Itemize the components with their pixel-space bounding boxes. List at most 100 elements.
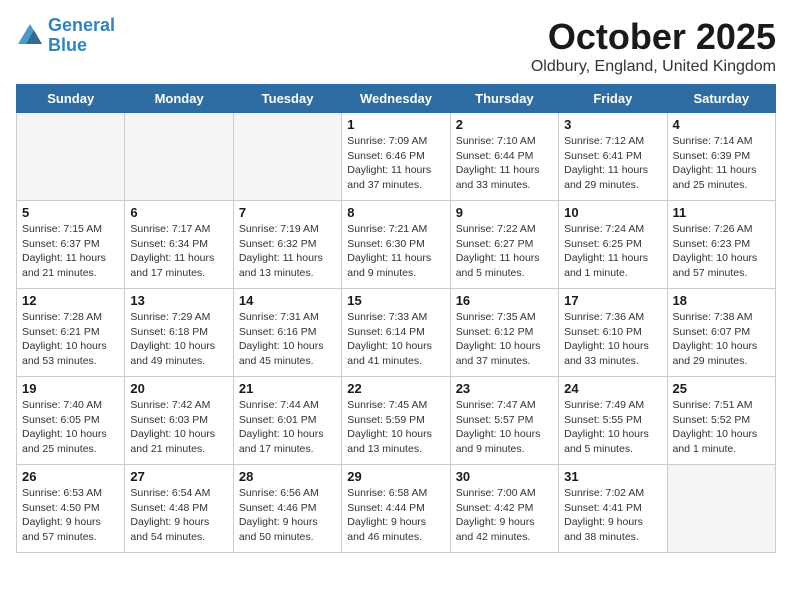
calendar-cell: [17, 113, 125, 201]
logo-icon: [16, 22, 44, 50]
day-info: Sunrise: 7:19 AM Sunset: 6:32 PM Dayligh…: [239, 222, 336, 281]
day-info: Sunrise: 7:38 AM Sunset: 6:07 PM Dayligh…: [673, 310, 770, 369]
calendar-cell: 6 Sunrise: 7:17 AM Sunset: 6:34 PM Daylig…: [125, 201, 233, 289]
calendar-week-row: 5 Sunrise: 7:15 AM Sunset: 6:37 PM Daylig…: [17, 201, 776, 289]
day-number: 6: [130, 205, 227, 220]
day-info: Sunrise: 7:17 AM Sunset: 6:34 PM Dayligh…: [130, 222, 227, 281]
day-info: Sunrise: 7:47 AM Sunset: 5:57 PM Dayligh…: [456, 398, 553, 457]
calendar-cell: 7 Sunrise: 7:19 AM Sunset: 6:32 PM Daylig…: [233, 201, 341, 289]
location: Oldbury, England, United Kingdom: [531, 58, 776, 76]
day-number: 8: [347, 205, 444, 220]
logo-text: General Blue: [48, 16, 115, 56]
day-number: 17: [564, 293, 661, 308]
day-number: 1: [347, 117, 444, 132]
day-info: Sunrise: 7:51 AM Sunset: 5:52 PM Dayligh…: [673, 398, 770, 457]
calendar-cell: 19Sunrise: 7:40 AM Sunset: 6:05 PM Dayli…: [17, 377, 125, 465]
calendar-cell: 16 Sunrise: 7:35 AM Sunset: 6:12 PM Dayli…: [450, 289, 558, 377]
calendar-cell: 20 Sunrise: 7:42 AM Sunset: 6:03 PM Dayli…: [125, 377, 233, 465]
calendar-week-row: 1 Sunrise: 7:09 AM Sunset: 6:46 PM Daylig…: [17, 113, 776, 201]
day-info: Sunrise: 7:15 AM Sunset: 6:37 PM Dayligh…: [22, 222, 119, 281]
day-info: Sunrise: 7:49 AM Sunset: 5:55 PM Dayligh…: [564, 398, 661, 457]
day-info: Sunrise: 7:09 AM Sunset: 6:46 PM Dayligh…: [347, 134, 444, 193]
day-number: 13: [130, 293, 227, 308]
day-number: 12: [22, 293, 119, 308]
col-header-wednesday: Wednesday: [342, 85, 450, 113]
day-number: 15: [347, 293, 444, 308]
day-number: 28: [239, 469, 336, 484]
day-number: 20: [130, 381, 227, 396]
day-number: 14: [239, 293, 336, 308]
day-info: Sunrise: 6:53 AM Sunset: 4:50 PM Dayligh…: [22, 486, 119, 545]
day-info: Sunrise: 7:44 AM Sunset: 6:01 PM Dayligh…: [239, 398, 336, 457]
title-block: October 2025 Oldbury, England, United Ki…: [531, 16, 776, 76]
calendar-cell: 10 Sunrise: 7:24 AM Sunset: 6:25 PM Dayli…: [559, 201, 667, 289]
day-number: 27: [130, 469, 227, 484]
calendar-cell: 3Sunrise: 7:12 AM Sunset: 6:41 PM Daylig…: [559, 113, 667, 201]
day-number: 10: [564, 205, 661, 220]
day-number: 23: [456, 381, 553, 396]
calendar-cell: 8 Sunrise: 7:21 AM Sunset: 6:30 PM Daylig…: [342, 201, 450, 289]
day-info: Sunrise: 7:35 AM Sunset: 6:12 PM Dayligh…: [456, 310, 553, 369]
day-info: Sunrise: 7:31 AM Sunset: 6:16 PM Dayligh…: [239, 310, 336, 369]
day-number: 2: [456, 117, 553, 132]
calendar-table: SundayMondayTuesdayWednesdayThursdayFrid…: [16, 84, 776, 553]
calendar-cell: 23 Sunrise: 7:47 AM Sunset: 5:57 PM Dayli…: [450, 377, 558, 465]
calendar-cell: 9Sunrise: 7:22 AM Sunset: 6:27 PM Daylig…: [450, 201, 558, 289]
calendar-cell: 14 Sunrise: 7:31 AM Sunset: 6:16 PM Dayli…: [233, 289, 341, 377]
day-number: 11: [673, 205, 770, 220]
col-header-friday: Friday: [559, 85, 667, 113]
calendar-cell: 26 Sunrise: 6:53 AM Sunset: 4:50 PM Dayli…: [17, 465, 125, 553]
calendar-cell: 29 Sunrise: 6:58 AM Sunset: 4:44 PM Dayli…: [342, 465, 450, 553]
col-header-saturday: Saturday: [667, 85, 775, 113]
day-number: 31: [564, 469, 661, 484]
calendar-cell: 1 Sunrise: 7:09 AM Sunset: 6:46 PM Daylig…: [342, 113, 450, 201]
calendar-cell: [667, 465, 775, 553]
day-number: 4: [673, 117, 770, 132]
day-info: Sunrise: 7:24 AM Sunset: 6:25 PM Dayligh…: [564, 222, 661, 281]
calendar-cell: 25 Sunrise: 7:51 AM Sunset: 5:52 PM Dayli…: [667, 377, 775, 465]
calendar-cell: 4 Sunrise: 7:14 AM Sunset: 6:39 PM Daylig…: [667, 113, 775, 201]
day-info: Sunrise: 7:21 AM Sunset: 6:30 PM Dayligh…: [347, 222, 444, 281]
day-info: Sunrise: 6:54 AM Sunset: 4:48 PM Dayligh…: [130, 486, 227, 545]
day-info: Sunrise: 7:45 AM Sunset: 5:59 PM Dayligh…: [347, 398, 444, 457]
calendar-cell: [233, 113, 341, 201]
day-info: Sunrise: 6:58 AM Sunset: 4:44 PM Dayligh…: [347, 486, 444, 545]
col-header-tuesday: Tuesday: [233, 85, 341, 113]
calendar-cell: 24 Sunrise: 7:49 AM Sunset: 5:55 PM Dayli…: [559, 377, 667, 465]
calendar-cell: 5 Sunrise: 7:15 AM Sunset: 6:37 PM Daylig…: [17, 201, 125, 289]
day-info: Sunrise: 7:00 AM Sunset: 4:42 PM Dayligh…: [456, 486, 553, 545]
day-info: Sunrise: 7:33 AM Sunset: 6:14 PM Dayligh…: [347, 310, 444, 369]
page-header: General Blue October 2025 Oldbury, Engla…: [16, 16, 776, 76]
day-number: 24: [564, 381, 661, 396]
calendar-cell: 18 Sunrise: 7:38 AM Sunset: 6:07 PM Dayli…: [667, 289, 775, 377]
day-number: 26: [22, 469, 119, 484]
logo: General Blue: [16, 16, 115, 56]
day-info: Sunrise: 7:12 AM Sunset: 6:41 PM Dayligh…: [564, 134, 661, 193]
day-info: Sunrise: 7:29 AM Sunset: 6:18 PM Dayligh…: [130, 310, 227, 369]
calendar-header-row: SundayMondayTuesdayWednesdayThursdayFrid…: [17, 85, 776, 113]
calendar-cell: 15 Sunrise: 7:33 AM Sunset: 6:14 PM Dayli…: [342, 289, 450, 377]
month-title: October 2025: [531, 16, 776, 58]
calendar-cell: 31Sunrise: 7:02 AM Sunset: 4:41 PM Dayli…: [559, 465, 667, 553]
day-info: Sunrise: 7:22 AM Sunset: 6:27 PM Dayligh…: [456, 222, 553, 281]
day-number: 19: [22, 381, 119, 396]
calendar-cell: 27 Sunrise: 6:54 AM Sunset: 4:48 PM Dayli…: [125, 465, 233, 553]
calendar-cell: 22Sunrise: 7:45 AM Sunset: 5:59 PM Dayli…: [342, 377, 450, 465]
day-number: 16: [456, 293, 553, 308]
day-number: 5: [22, 205, 119, 220]
calendar-week-row: 12 Sunrise: 7:28 AM Sunset: 6:21 PM Dayli…: [17, 289, 776, 377]
day-info: Sunrise: 7:28 AM Sunset: 6:21 PM Dayligh…: [22, 310, 119, 369]
logo-line1: General: [48, 15, 115, 35]
day-info: Sunrise: 7:36 AM Sunset: 6:10 PM Dayligh…: [564, 310, 661, 369]
calendar-cell: 30Sunrise: 7:00 AM Sunset: 4:42 PM Dayli…: [450, 465, 558, 553]
day-number: 25: [673, 381, 770, 396]
day-info: Sunrise: 7:14 AM Sunset: 6:39 PM Dayligh…: [673, 134, 770, 193]
day-number: 18: [673, 293, 770, 308]
day-info: Sunrise: 7:42 AM Sunset: 6:03 PM Dayligh…: [130, 398, 227, 457]
col-header-sunday: Sunday: [17, 85, 125, 113]
day-number: 29: [347, 469, 444, 484]
day-number: 7: [239, 205, 336, 220]
logo-line2: Blue: [48, 35, 87, 55]
calendar-cell: 11Sunrise: 7:26 AM Sunset: 6:23 PM Dayli…: [667, 201, 775, 289]
calendar-cell: 2Sunrise: 7:10 AM Sunset: 6:44 PM Daylig…: [450, 113, 558, 201]
